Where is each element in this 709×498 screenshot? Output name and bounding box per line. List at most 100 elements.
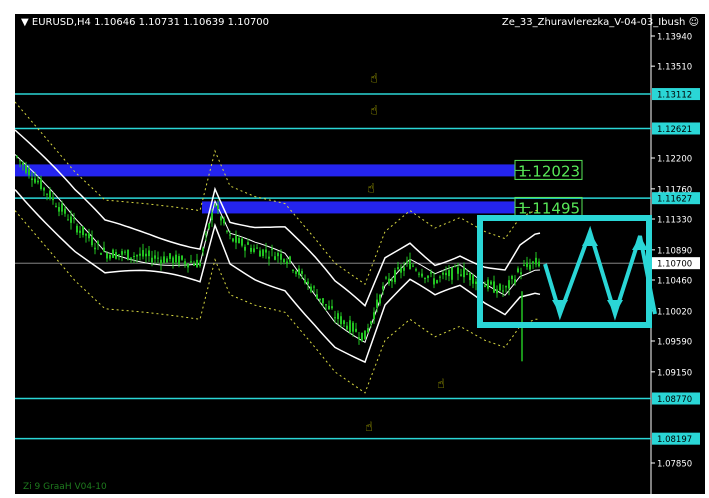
candle-body (160, 259, 162, 264)
candle-body (511, 275, 513, 280)
candle-body (28, 168, 30, 176)
candle-body (421, 273, 423, 277)
candle-body (334, 317, 336, 319)
candle-body (400, 268, 402, 273)
candle-body (85, 233, 87, 236)
candle-body (439, 276, 441, 278)
candle-body (463, 268, 465, 278)
smiley-icon[interactable]: ☺ (689, 17, 699, 28)
candle-body (91, 236, 93, 246)
candle-body (166, 258, 168, 263)
candle-body (184, 261, 186, 265)
candle-body (259, 250, 261, 257)
candle-body (67, 219, 69, 221)
candle-body (286, 261, 288, 265)
candle-body (448, 270, 450, 277)
candle-body (355, 328, 357, 332)
zone-bar (202, 201, 515, 214)
candle-body (172, 257, 174, 264)
candle-body (397, 267, 399, 270)
candle-body (376, 299, 378, 308)
candle-body (94, 247, 96, 250)
thumbs-up-icon: ☝ (370, 71, 378, 86)
candle-body (157, 257, 159, 259)
axis-label: 1.13510 (657, 63, 692, 73)
candle-body (253, 248, 255, 252)
candle-body (472, 275, 474, 284)
candle-body (295, 271, 297, 274)
candle-body (139, 253, 141, 256)
candle-body (190, 261, 192, 263)
candle-body (244, 246, 246, 251)
candle-body (277, 252, 279, 257)
candle-body (349, 320, 351, 333)
candle-body (337, 313, 339, 319)
axis-label: 1.12200 (657, 155, 692, 165)
candle-body (298, 268, 300, 275)
candle-body (457, 267, 459, 274)
candle-body (196, 259, 198, 268)
candle-body (283, 259, 285, 263)
price-chart[interactable]: 1.120231.11495 ☝☝☝☝☝ 1.139401.135101.122… (15, 14, 705, 494)
candle-body (145, 253, 147, 257)
candle-body (46, 193, 48, 195)
candle-body (322, 298, 324, 304)
ea-name-text: Ze_33_Zhuravlerezka_V-04-03_Ibush (501, 17, 686, 28)
candle-body (55, 205, 57, 207)
candle-body (496, 289, 498, 294)
candle-body (262, 249, 264, 257)
candle-body (532, 261, 534, 264)
candle-body (391, 279, 393, 282)
candle-body (475, 281, 477, 284)
candle-body (31, 178, 33, 181)
candle-body (76, 225, 78, 233)
level-price-label: 1.08197 (657, 435, 692, 445)
candle-body (454, 266, 456, 268)
candle-body (58, 207, 60, 212)
candle-body (112, 249, 114, 258)
axis-label: 1.09590 (657, 338, 692, 348)
candle-body (148, 250, 150, 257)
level-price-label: 1.11627 (657, 195, 692, 205)
candle-body (343, 320, 345, 325)
candle-body (502, 290, 504, 292)
candle-body (43, 187, 45, 191)
candle-body (202, 248, 204, 252)
candle-body (328, 305, 330, 310)
zone-label: 1.12023 (518, 162, 580, 180)
zone-bar (15, 164, 515, 177)
candle-body (466, 273, 468, 275)
candle-body (385, 277, 387, 279)
candle-body (103, 247, 105, 252)
chart-window[interactable]: 1.12023 1.11495 ☝ ☝ ☝ ☝ ☝ 1.13940 1.13510 1.122… (15, 14, 705, 494)
candle-body (313, 286, 315, 288)
candle-body (520, 272, 522, 275)
candle-body (367, 328, 369, 333)
candle-body (64, 208, 66, 214)
axis-label: 1.13940 (657, 33, 692, 43)
candle-body (25, 165, 27, 173)
candle-body (445, 272, 447, 276)
candle-body (142, 250, 144, 257)
candle-body (490, 281, 492, 285)
candle-body (49, 190, 51, 199)
candle-body (82, 226, 84, 236)
menu-triangle-icon[interactable]: ▼ (21, 17, 29, 28)
current-price-label: 1.10700 (657, 260, 692, 270)
candle-body (493, 281, 495, 293)
candle-body (307, 281, 309, 284)
candle-body (100, 253, 102, 255)
candle-body (235, 235, 237, 243)
candle-body (424, 277, 426, 280)
level-price-label: 1.12621 (657, 125, 692, 135)
expert-advisor-label: Ze_33_Zhuravlerezka_V-04-03_Ibush ☺ (502, 17, 699, 28)
candle-body (214, 205, 216, 207)
candle-body (106, 252, 108, 259)
candle-body (136, 255, 138, 257)
candle-body (523, 264, 525, 266)
candle-body (535, 257, 537, 265)
candle-body (346, 325, 348, 330)
candle-body (226, 230, 228, 232)
candle-body (388, 278, 390, 284)
candle-body (22, 162, 24, 165)
